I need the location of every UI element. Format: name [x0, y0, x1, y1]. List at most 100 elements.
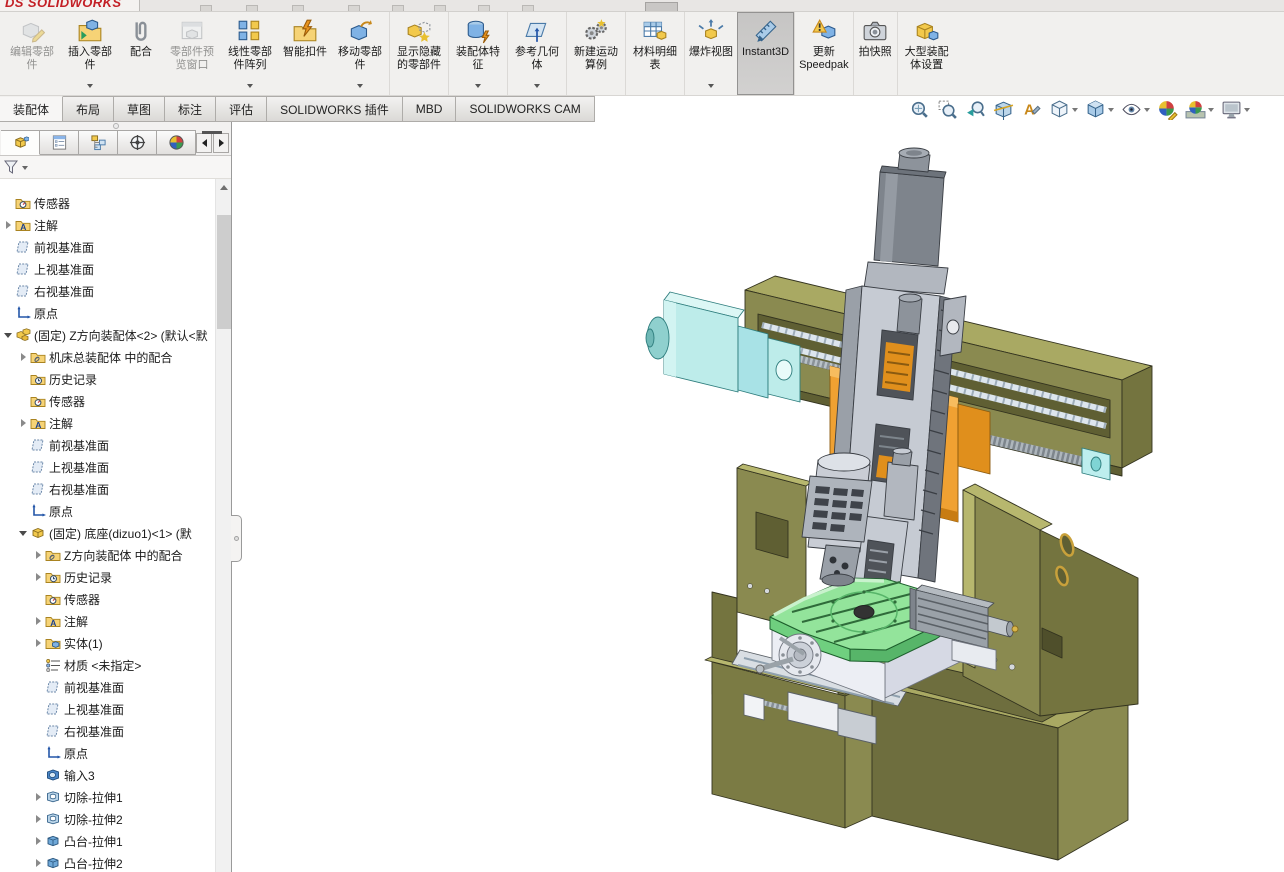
cut-extrude-2[interactable]: 切除-拉伸2 — [0, 808, 231, 830]
expand-arrow-icon[interactable] — [33, 770, 44, 781]
take-snapshot-button[interactable]: 拍快照 — [853, 12, 897, 95]
expand-arrow-icon[interactable] — [18, 440, 29, 451]
front-plane-3[interactable]: 前视基准面 — [0, 676, 231, 698]
expand-arrow-icon[interactable] — [33, 682, 44, 693]
panel-collapse-handle[interactable] — [231, 515, 242, 562]
expand-arrow-icon[interactable] — [33, 660, 44, 671]
insert-components-button[interactable]: 插入零部件 — [61, 12, 119, 95]
component-dizuo1-base[interactable]: (固定) 底座(dizuo1)<1> (默 — [0, 522, 231, 544]
expand-arrow-icon[interactable] — [33, 616, 44, 627]
tab-sketch[interactable]: 草图 — [114, 96, 165, 122]
boss-extrude-2[interactable]: 凸台-拉伸2 — [0, 852, 231, 872]
scrollbar-up-arrow-icon[interactable] — [216, 179, 231, 195]
expand-arrow-icon[interactable] — [33, 704, 44, 715]
origin-2[interactable]: 原点 — [0, 500, 231, 522]
right-plane[interactable]: 右视基准面 — [0, 280, 231, 302]
panel-splitter[interactable] — [0, 122, 231, 130]
panel-tab-prev-button[interactable] — [196, 133, 212, 153]
origin-3[interactable]: 原点 — [0, 742, 231, 764]
linear-component-pattern-button[interactable]: 线性零部件阵列 — [221, 12, 279, 95]
tab-assembly[interactable]: 装配体 — [0, 96, 63, 122]
expand-arrow-icon[interactable] — [18, 462, 29, 473]
section-view-button[interactable] — [993, 99, 1014, 120]
mates-in-z-assembly[interactable]: Z方向装配体 中的配合 — [0, 544, 231, 566]
component-z-direction-assembly[interactable]: (固定) Z方向装配体<2> (默认<默 — [0, 324, 231, 346]
solid-bodies-folder[interactable]: 实体(1) — [0, 632, 231, 654]
view-orientation-button[interactable] — [1049, 99, 1078, 120]
expand-arrow-icon[interactable] — [3, 264, 14, 275]
tab-solidworks-cam[interactable]: SOLIDWORKS CAM — [456, 96, 594, 122]
bill-of-materials-button[interactable]: 材料明细表 — [625, 12, 684, 95]
expand-arrow-icon[interactable] — [18, 506, 29, 517]
boss-extrude-1[interactable]: 凸台-拉伸1 — [0, 830, 231, 852]
expand-arrow-icon[interactable] — [33, 748, 44, 759]
right-plane-3[interactable]: 右视基准面 — [0, 720, 231, 742]
apply-scene-button[interactable] — [1185, 99, 1214, 120]
cut-extrude-1[interactable]: 切除-拉伸1 — [0, 786, 231, 808]
view-settings-button[interactable] — [1221, 99, 1250, 120]
dynamic-annotation-views-button[interactable] — [1021, 99, 1042, 120]
new-motion-study-button[interactable]: 新建运动算例 — [566, 12, 625, 95]
panel-tab-next-button[interactable] — [213, 133, 229, 153]
edit-appearance-button[interactable] — [1157, 99, 1178, 120]
sensors-folder[interactable]: 传感器 — [0, 192, 231, 214]
previous-view-button[interactable] — [965, 99, 986, 120]
history-folder[interactable]: 历史记录 — [0, 368, 231, 390]
expand-arrow-icon[interactable] — [18, 396, 29, 407]
zoom-to-fit-button[interactable] — [909, 99, 930, 120]
move-component-button[interactable]: 移动零部件 — [331, 12, 389, 95]
sensors-folder-3[interactable]: 传感器 — [0, 588, 231, 610]
imported-3[interactable]: 输入3 — [0, 764, 231, 786]
tab-mbd[interactable]: MBD — [403, 96, 457, 122]
annotations-folder-3[interactable]: 注解 — [0, 610, 231, 632]
expand-arrow-icon[interactable] — [3, 242, 14, 253]
expand-arrow-icon[interactable] — [33, 726, 44, 737]
zoom-to-area-button[interactable] — [937, 99, 958, 120]
expand-arrow-icon[interactable] — [18, 418, 29, 429]
annotations-folder[interactable]: 注解 — [0, 214, 231, 236]
reference-geometry-button[interactable]: 参考几何体 — [507, 12, 566, 95]
tab-annotation[interactable]: 标注 — [165, 96, 216, 122]
expand-arrow-icon[interactable] — [3, 198, 14, 209]
expand-arrow-icon[interactable] — [18, 374, 29, 385]
tab-solidworks-addins[interactable]: SOLIDWORKS 插件 — [267, 96, 403, 122]
origin[interactable]: 原点 — [0, 302, 231, 324]
expand-arrow-icon[interactable] — [33, 792, 44, 803]
tab-configurationmanager[interactable] — [79, 130, 118, 155]
sensors-folder-2[interactable]: 传感器 — [0, 390, 231, 412]
tab-displaymanager[interactable] — [157, 130, 196, 155]
exploded-view-button[interactable]: 爆炸视图 — [684, 12, 737, 95]
mate-button[interactable]: 配合 — [119, 12, 163, 95]
right-plane-2[interactable]: 右视基准面 — [0, 478, 231, 500]
top-plane-3[interactable]: 上视基准面 — [0, 698, 231, 720]
material-not-specified[interactable]: 材质 <未指定> — [0, 654, 231, 676]
top-plane[interactable]: 上视基准面 — [0, 258, 231, 280]
hide-show-items-button[interactable] — [1121, 99, 1150, 120]
instant3d-button[interactable]: Instant3D — [737, 12, 794, 95]
front-plane[interactable]: 前视基准面 — [0, 236, 231, 258]
show-hidden-components-button[interactable]: 显示隐藏的零部件 — [389, 12, 448, 95]
expand-arrow-icon[interactable] — [33, 572, 44, 583]
expand-arrow-icon[interactable] — [3, 220, 14, 231]
component-preview-window-button[interactable]: 零部件预览窗口 — [163, 12, 221, 95]
front-plane-2[interactable]: 前视基准面 — [0, 434, 231, 456]
large-assembly-settings-button[interactable]: 大型装配体设置 — [897, 12, 956, 95]
graphics-area[interactable] — [232, 122, 1284, 872]
expand-arrow-icon[interactable] — [33, 638, 44, 649]
expand-arrow-icon[interactable] — [33, 836, 44, 847]
expand-arrow-icon[interactable] — [33, 858, 44, 869]
expand-arrow-icon[interactable] — [18, 352, 29, 363]
expand-arrow-icon[interactable] — [3, 308, 14, 319]
expand-arrow-icon[interactable] — [18, 528, 29, 539]
expand-arrow-icon[interactable] — [18, 484, 29, 495]
tab-layout[interactable]: 布局 — [63, 96, 114, 122]
tab-dimxpertmanager[interactable] — [118, 130, 157, 155]
tab-featuremanager-design-tree[interactable] — [1, 130, 40, 155]
expand-arrow-icon[interactable] — [33, 550, 44, 561]
top-plane-2[interactable]: 上视基准面 — [0, 456, 231, 478]
tab-propertymanager[interactable] — [40, 130, 79, 155]
annotations-folder-2[interactable]: 注解 — [0, 412, 231, 434]
assembly-features-button[interactable]: 装配体特征 — [448, 12, 507, 95]
display-style-button[interactable] — [1085, 99, 1114, 120]
history-folder-2[interactable]: 历史记录 — [0, 566, 231, 588]
